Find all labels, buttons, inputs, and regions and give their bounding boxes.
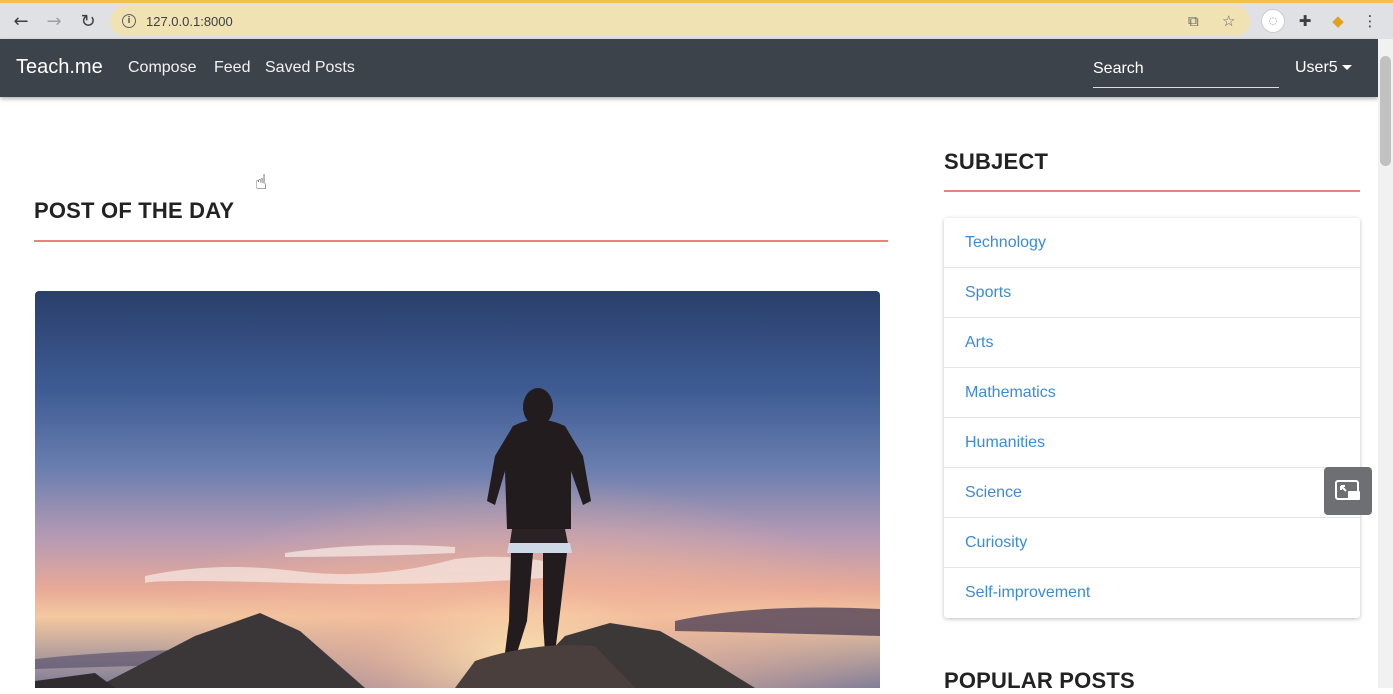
subject-title: SUBJECT: [944, 149, 1049, 174]
hand-cursor-icon: ☝: [255, 170, 268, 194]
subject-science[interactable]: Science: [944, 468, 1360, 518]
user-dropdown[interactable]: User5: [1295, 59, 1352, 77]
translate-icon[interactable]: ⧉: [1188, 12, 1199, 30]
nav-compose[interactable]: Compose: [128, 59, 196, 77]
subject-humanities[interactable]: Humanities: [944, 418, 1360, 468]
puzzle-icon[interactable]: ✚: [1293, 9, 1317, 33]
kebab-menu-icon[interactable]: ⋮: [1358, 9, 1382, 33]
post-of-the-day-divider: [34, 240, 888, 242]
url-text: 127.0.0.1:8000: [146, 13, 233, 29]
star-icon[interactable]: ☆: [1222, 12, 1235, 30]
page-scrollbar[interactable]: [1378, 39, 1393, 688]
subject-self-improvement[interactable]: Self-improvement: [944, 568, 1360, 618]
info-icon[interactable]: i: [122, 14, 136, 28]
forward-arrow-icon[interactable]: →: [41, 8, 67, 34]
subject-arts[interactable]: Arts: [944, 318, 1360, 368]
subject-divider: [944, 190, 1360, 192]
subject-curiosity[interactable]: Curiosity: [944, 518, 1360, 568]
scrollbar-thumb[interactable]: [1380, 56, 1391, 166]
caret-down-icon: [1341, 65, 1352, 71]
user-name: User5: [1295, 59, 1338, 76]
subject-list: Technology Sports Arts Mathematics Human…: [944, 218, 1360, 618]
subject-technology[interactable]: Technology: [944, 218, 1360, 268]
reload-icon[interactable]: ↻: [75, 8, 101, 34]
brand-logo[interactable]: Teach.me: [16, 56, 103, 79]
browser-toolbar: ← → ↻ i 127.0.0.1:8000 ⧉ ☆ ◌ ✚ ◆ ⋮: [0, 0, 1393, 39]
post-of-the-day-image[interactable]: [35, 291, 880, 688]
popular-posts-title: POPULAR POSTS: [944, 668, 1135, 693]
back-arrow-icon[interactable]: ←: [8, 8, 34, 34]
picture-in-picture-icon: [1335, 480, 1360, 500]
search-input[interactable]: Search: [1093, 55, 1279, 88]
post-of-the-day-title: POST OF THE DAY: [34, 198, 235, 223]
subject-sports[interactable]: Sports: [944, 268, 1360, 318]
extension-icon[interactable]: ◆: [1326, 9, 1350, 33]
nav-saved-posts[interactable]: Saved Posts: [265, 59, 355, 77]
nav-feed[interactable]: Feed: [214, 59, 250, 77]
picture-in-picture-button[interactable]: [1324, 467, 1372, 515]
profile-avatar-icon[interactable]: ◌: [1261, 9, 1285, 33]
subject-mathematics[interactable]: Mathematics: [944, 368, 1360, 418]
hiker-silhouette-image: [35, 291, 880, 688]
app-navbar: Teach.me Compose Feed Saved Posts Search…: [0, 39, 1378, 97]
address-bar[interactable]: i 127.0.0.1:8000 ⧉ ☆: [110, 6, 1250, 36]
